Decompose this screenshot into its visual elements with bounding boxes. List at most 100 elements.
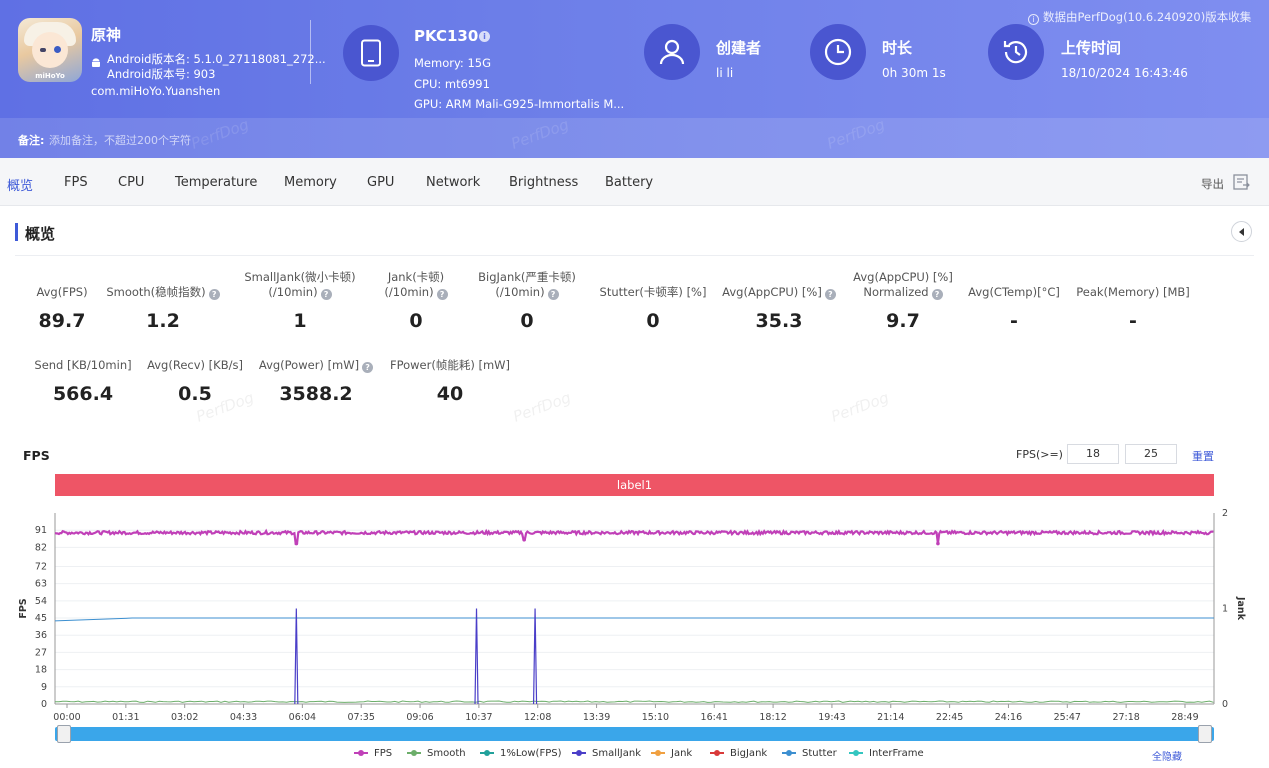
device-cpu: CPU: mt6991: [414, 77, 490, 91]
clock-icon: [810, 24, 866, 80]
tab-bar: 概览 FPS CPU Temperature Memory GPU Networ…: [0, 158, 1269, 206]
y-tick-label: 9: [41, 682, 47, 693]
legend-item[interactable]: SmallJank: [572, 748, 641, 759]
tab-temperature[interactable]: Temperature: [175, 175, 257, 190]
slider-handle-left[interactable]: [57, 725, 71, 743]
x-tick-label: 04:33: [230, 712, 257, 723]
legend-swatch: [782, 750, 796, 756]
collect-note: i 数据由PerfDog(10.6.240920)版本收集: [1028, 9, 1251, 25]
stat-label-text: Peak(Memory) [MB]: [1076, 285, 1190, 299]
x-tick-label: 13:39: [583, 712, 610, 723]
help-icon[interactable]: ?: [436, 289, 448, 300]
tab-battery[interactable]: Battery: [605, 175, 653, 190]
time-range-slider[interactable]: [55, 727, 1214, 741]
stat-label-text: Avg(Recv) [KB/s]: [147, 358, 243, 372]
help-icon[interactable]: ?: [320, 289, 332, 300]
fps-threshold-label: FPS(>=): [1016, 448, 1063, 461]
series-smalljank-spike: [294, 608, 299, 705]
export-icon[interactable]: [1232, 173, 1250, 191]
label-band[interactable]: label1: [55, 474, 1214, 496]
report-header: miHoYo 原神 Android版本名: 5.1.0_27118081_272…: [0, 0, 1269, 158]
stat-label-text: (/10min): [268, 285, 318, 299]
x-tick-label: 21:14: [877, 712, 904, 723]
x-tick-label: 09:06: [406, 712, 433, 723]
y-tick-label: 91: [35, 525, 47, 536]
help-icon[interactable]: ?: [208, 289, 220, 300]
stat-label-text: Smooth(稳帧指数): [106, 285, 206, 299]
stat-value: 1.2: [146, 310, 180, 332]
legend-swatch: [710, 750, 724, 756]
series-stutter-line: [54, 617, 1214, 622]
upload-title: 上传时间: [1061, 39, 1122, 57]
legend-item[interactable]: Jank: [651, 748, 692, 759]
fps-threshold-input-2[interactable]: 25: [1125, 444, 1177, 464]
tab-cpu[interactable]: CPU: [118, 175, 144, 190]
x-tick-label: 07:35: [348, 712, 375, 723]
android-version-code: Android版本号: 903: [107, 67, 216, 81]
tab-fps[interactable]: FPS: [64, 175, 88, 190]
app-name: 原神: [91, 26, 122, 44]
x-tick-label: 10:37: [465, 712, 492, 723]
duration-title: 时长: [882, 39, 913, 57]
slider-handle-right[interactable]: [1198, 725, 1212, 743]
stat-label-text: Normalized: [863, 285, 929, 299]
export-button[interactable]: 导出: [1201, 176, 1224, 192]
x-tick-label: 03:02: [171, 712, 198, 723]
help-icon[interactable]: ?: [547, 289, 559, 300]
hide-all-button[interactable]: 全隐藏: [1152, 748, 1182, 763]
legend-label: InterFrame: [869, 748, 924, 759]
x-tick-label: 27:18: [1112, 712, 1139, 723]
y2-tick-label: 2: [1222, 508, 1228, 519]
legend-label: Stutter: [802, 748, 837, 759]
tablet-icon: [343, 25, 399, 81]
collapse-button[interactable]: [1231, 221, 1252, 242]
x-tick-label: 00:00: [53, 712, 80, 723]
stat-label-text: FPower(帧能耗) [mW]: [389, 358, 511, 372]
tab-network[interactable]: Network: [426, 175, 480, 190]
y-tick-label: 72: [35, 561, 47, 572]
x-tick-label: 18:12: [759, 712, 786, 723]
legend-item[interactable]: FPS: [354, 748, 392, 759]
legend-swatch: [407, 750, 421, 756]
stat-label-text: Avg(Power) [mW]: [258, 358, 360, 372]
tab-overview[interactable]: 概览: [7, 175, 33, 194]
y-tick-label: 0: [41, 699, 47, 710]
remark-label: 备注:: [18, 134, 45, 147]
series-smalljank-spike: [532, 608, 538, 705]
legend-item[interactable]: BigJank: [710, 748, 767, 759]
history-icon: [988, 24, 1044, 80]
fps-chart: 0 9 18 27 36 45 54 63 72 82 91 0 1 2 00:00 01:31 03:02 04…: [18, 508, 1246, 723]
tab-gpu[interactable]: GPU: [367, 175, 394, 190]
upload-value: 18/10/2024 16:43:46: [1061, 66, 1188, 80]
legend-item[interactable]: Stutter: [782, 748, 837, 759]
remark-input[interactable]: 添加备注，不超过200个字符: [49, 132, 191, 148]
legend-label: Smooth: [427, 748, 466, 759]
stat-label-text: (/10min): [384, 285, 434, 299]
fps-chart-title: FPS: [23, 448, 50, 463]
legend-label: Jank: [671, 748, 693, 759]
legend-label: BigJank: [730, 748, 768, 759]
fps-threshold-input-1[interactable]: 18: [1067, 444, 1119, 464]
legend-swatch: [480, 750, 494, 756]
tab-memory[interactable]: Memory: [284, 175, 337, 190]
tab-brightness[interactable]: Brightness: [509, 175, 578, 190]
legend-item[interactable]: 1%Low(FPS): [480, 748, 562, 759]
y-tick-label: 27: [35, 647, 47, 658]
reset-button[interactable]: 重置: [1192, 448, 1214, 464]
series-smooth-line: [54, 700, 1214, 703]
legend-item[interactable]: Smooth: [407, 748, 466, 759]
stat-value: -: [1129, 310, 1137, 332]
device-info-icon[interactable]: i: [479, 31, 490, 42]
x-tick-label: 24:16: [995, 712, 1022, 723]
header-divider: [310, 20, 311, 84]
stat-r1-1: Smooth(稳帧指数)? 1.2: [83, 285, 243, 332]
y-axis-title: FPS: [18, 598, 29, 618]
stat-label-text: Stutter(卡顿率) [%]: [599, 285, 707, 299]
section-accent: [15, 223, 18, 241]
stats-divider: [15, 255, 1254, 256]
fps-dip-point: [294, 541, 299, 546]
legend-item[interactable]: InterFrame: [849, 748, 924, 759]
stat-label-text: Jank(卡顿): [387, 270, 445, 284]
legend-swatch: [651, 750, 665, 756]
stat-r2-3: FPower(帧能耗) [mW] 40: [370, 358, 530, 405]
